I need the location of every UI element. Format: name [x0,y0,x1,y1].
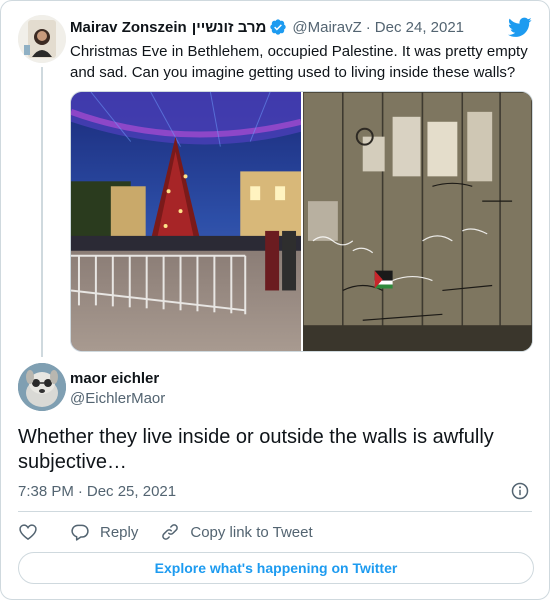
reply-author-handle[interactable]: @EichlerMaor [70,390,165,407]
quoted-tweet-date[interactable]: Dec 24, 2021 [375,19,464,36]
info-icon[interactable] [510,481,530,501]
heart-icon [19,524,37,541]
twitter-bird-icon[interactable] [508,15,532,39]
christmas-tree-photo[interactable] [71,92,301,351]
separation-wall-photo[interactable] [303,92,532,351]
tweet-embed-card: Mairav Zonszein מרב זונשיין @MairavZ · D… [0,0,550,600]
reply-time[interactable]: 7:38 PM [18,483,74,500]
reply-date[interactable]: Dec 25, 2021 [87,483,176,500]
actions-divider [18,511,532,512]
reply-author-avatar[interactable] [18,363,66,411]
reply-label[interactable]: Reply [100,524,138,541]
link-icon [162,524,179,540]
quoted-author-handle[interactable]: @MairavZ [292,19,361,36]
reply-button[interactable]: Reply [70,522,138,542]
verified-badge-icon [270,19,287,35]
quoted-tweet-text: Christmas Eve in Bethlehem, occupied Pal… [70,43,528,81]
copy-link-button[interactable]: Copy link to Tweet [160,522,313,542]
reply-icon [71,524,89,541]
timestamp-separator: · [77,482,83,500]
quoted-tweet-media[interactable] [70,91,533,352]
thread-connector-line [41,67,43,357]
quoted-author-name-hebrew[interactable]: מרב זונשיין [192,19,267,36]
header-separator: · [365,18,371,36]
quoted-author-avatar[interactable] [18,15,66,63]
reply-tweet-text: Whether they live inside or outside the … [18,426,494,473]
quoted-author-name[interactable]: Mairav Zonszein [70,19,187,36]
explore-twitter-button[interactable]: Explore what's happening on Twitter [18,552,534,584]
quoted-tweet-header: Mairav Zonszein מרב זונשיין @MairavZ · D… [70,16,499,38]
reply-author-name[interactable]: maor eichler [70,370,159,387]
copy-link-label[interactable]: Copy link to Tweet [190,524,312,541]
reply-tweet-timestamp[interactable]: 7:38 PM · Dec 25, 2021 [18,481,532,501]
tweet-actions-bar: Reply Copy link to Tweet [18,520,313,544]
like-button[interactable] [18,522,38,542]
